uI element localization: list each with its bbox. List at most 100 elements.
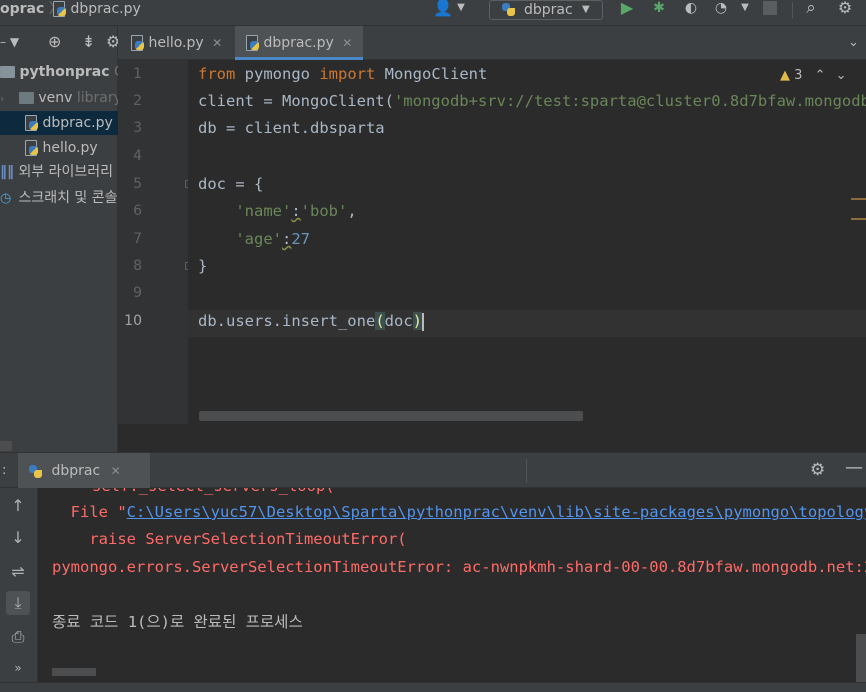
code-text: doc = { xyxy=(198,175,264,193)
run-configuration-selector[interactable]: dbprac ▼ xyxy=(489,0,603,20)
tree-item-hello[interactable]: hello.py xyxy=(0,136,118,160)
colon-warning: : xyxy=(291,202,301,220)
console-file-line: File "C:\Users\yuc57\Desktop\Sparta\pyth… xyxy=(52,498,866,526)
tree-item-dbprac[interactable]: dbprac.py xyxy=(0,111,118,135)
code-line-8: } xyxy=(198,253,207,280)
project-scrollbar[interactable] xyxy=(0,441,12,451)
console-output-line: raise ServerSelectionTimeoutError( xyxy=(52,530,407,548)
keyword: import xyxy=(319,65,376,83)
inspection-widget[interactable]: ▲ 3 ⌃ ⌄ xyxy=(780,66,847,86)
string-literal: 'bob' xyxy=(300,202,348,220)
scroll-up-arrow-icon[interactable]: ↑ xyxy=(6,494,30,518)
line-number: 7 xyxy=(133,231,142,247)
tree-item-project-root[interactable]: pythonprac C xyxy=(0,60,118,84)
code-line-10: db.users.insert_one(doc) xyxy=(198,308,424,335)
run-settings-gear-icon[interactable]: ⚙ xyxy=(810,460,825,480)
tab-hello-py[interactable]: hello.py ✕ xyxy=(118,26,234,60)
breadcrumb-project-label: oprac xyxy=(0,1,45,17)
tab-dbprac-py[interactable]: dbprac.py ✕ xyxy=(235,26,363,60)
close-tab-icon[interactable]: ✕ xyxy=(342,36,352,50)
tree-item-hint: library xyxy=(76,90,118,106)
profile-icon[interactable]: ◔ xyxy=(712,0,730,18)
warning-count: 3 xyxy=(794,68,803,83)
console-vertical-scrollbar[interactable] xyxy=(856,634,866,682)
python-file-icon xyxy=(52,1,66,17)
matched-bracket: ) xyxy=(412,312,422,330)
python-file-icon xyxy=(24,115,38,131)
scroll-down-arrow-icon[interactable]: ↓ xyxy=(6,526,30,550)
stop-icon[interactable] xyxy=(763,1,777,15)
file-path-link[interactable]: C:\Users\yuc57\Desktop\Sparta\pythonprac… xyxy=(127,503,866,521)
gear-icon[interactable]: ⚙ xyxy=(836,0,854,18)
code-text: } xyxy=(198,257,208,275)
folder-icon xyxy=(18,92,34,104)
editor-tab-bar: hello.py ✕ dbprac.py ✕ ⌄ xyxy=(118,26,866,60)
run-tab-label: dbprac xyxy=(51,463,101,479)
next-highlight-chevron-icon[interactable]: ⌄ xyxy=(836,68,847,83)
code-line-5: doc = { xyxy=(198,171,263,198)
console-error-line: pymongo.errors.ServerSelectionTimeoutErr… xyxy=(52,558,866,576)
line-number: 2 xyxy=(133,93,142,109)
print-icon[interactable]: ⎙ xyxy=(6,625,30,649)
soft-wrap-icon[interactable]: ⇌ xyxy=(6,560,30,584)
code-text: db.users.insert_one xyxy=(198,312,376,330)
tree-item-label: 외부 라이브러리 xyxy=(18,164,114,180)
status-bar xyxy=(0,682,866,692)
number-literal: 27 xyxy=(291,230,311,248)
tree-item-scratches[interactable]: ◷ 스크래치 및 콘솔 xyxy=(0,186,118,210)
line-number: 1 xyxy=(133,66,142,82)
matched-bracket: ( xyxy=(375,312,385,330)
line-number-current: 10 xyxy=(124,313,142,329)
run-console[interactable]: self._select_servers_loop( File "C:\User… xyxy=(38,488,866,682)
user-icon[interactable]: 👤 xyxy=(433,0,453,18)
run-icon[interactable]: ▶ xyxy=(618,0,636,18)
python-file-icon xyxy=(130,35,144,51)
python-file-icon xyxy=(245,35,259,51)
warning-stripe-mark[interactable] xyxy=(851,218,866,220)
breadcrumb-file-label: dbprac.py xyxy=(70,1,141,17)
coverage-icon[interactable]: ◐ xyxy=(682,0,700,18)
more-actions-icon[interactable]: » xyxy=(6,656,30,680)
minimize-icon[interactable]: — xyxy=(845,457,863,478)
code-line-2: client = MongoClient('mongodb+srv://test… xyxy=(198,88,866,115)
warning-stripe-mark[interactable] xyxy=(851,198,866,200)
code-editor[interactable]: from pymongo import MongoClient client =… xyxy=(188,60,866,424)
editor-gutter: 1 2 3 4 5 6 7 8 9 10 xyxy=(118,60,193,424)
editor-horizontal-scrollbar[interactable] xyxy=(199,411,583,421)
line-number: 4 xyxy=(133,148,142,164)
console-horizontal-scrollbar[interactable] xyxy=(52,668,96,676)
project-root-label: pythonprac xyxy=(19,64,110,80)
code-text: , xyxy=(347,202,357,220)
string-literal: 'name' xyxy=(235,202,292,220)
close-tab-icon[interactable]: ✕ xyxy=(212,36,222,50)
previous-highlight-chevron-icon[interactable]: ⌃ xyxy=(815,68,826,83)
debug-icon[interactable]: ✱ xyxy=(650,0,668,18)
search-icon[interactable]: ⌕ xyxy=(802,0,820,18)
tree-item-venv[interactable]: › venv library xyxy=(0,86,118,110)
python-icon xyxy=(28,464,43,479)
chevron-down-icon[interactable]: ▼ xyxy=(452,0,470,18)
project-tool-window: – ▼ ⊕ ⇟ ⚙ pythonprac C › venv library db… xyxy=(0,26,120,452)
tree-item-label: venv xyxy=(38,90,73,106)
library-icon: ‖‖ xyxy=(0,164,14,180)
run-tab-dbprac[interactable]: dbprac ✕ xyxy=(18,453,150,489)
keyword: from xyxy=(198,65,236,83)
collapse-all-icon[interactable]: ⇟ xyxy=(82,32,95,51)
more-tabs-chevron-icon[interactable]: ⌄ xyxy=(848,35,859,50)
locate-file-icon[interactable]: ⊕ xyxy=(48,32,61,51)
tree-item-external-libraries[interactable]: ‖‖ 외부 라이브러리 xyxy=(0,160,118,184)
navigation-bar: oprac 〉 dbprac.py 👤 ▼ dbprac ▼ ▶ ✱ ◐ ◔ ▼… xyxy=(0,0,866,26)
module-name: pymongo xyxy=(235,65,320,83)
expand-arrow-icon[interactable]: › xyxy=(0,92,4,105)
close-run-tab-icon[interactable]: ✕ xyxy=(111,464,121,478)
code-line-1: from pymongo import MongoClient xyxy=(198,61,487,88)
view-selector-chevron-icon[interactable]: – ▼ xyxy=(0,35,19,49)
scroll-to-end-icon[interactable]: ⤓ xyxy=(6,591,30,615)
line-number: 5 xyxy=(133,176,142,192)
more-run-options-chevron-icon[interactable]: ▼ xyxy=(736,0,754,18)
run-side-toolbar: ↑ ↓ ⇌ ⤓ ⎙ » xyxy=(0,488,38,682)
warning-icon: ▲ xyxy=(780,68,790,83)
breadcrumb-file[interactable]: dbprac.py xyxy=(52,0,141,26)
